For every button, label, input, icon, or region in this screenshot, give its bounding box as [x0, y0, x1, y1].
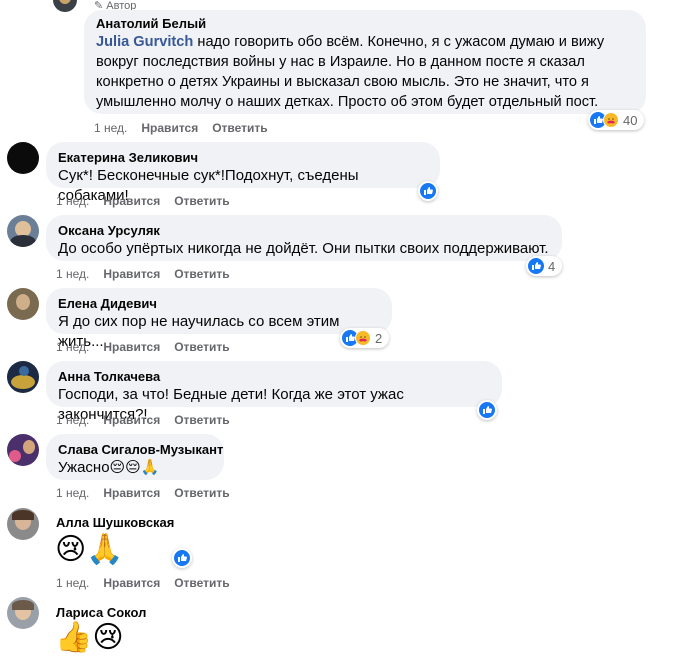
comment-author[interactable]: Оксана Урсуляк: [58, 223, 550, 239]
comment-author[interactable]: Елена Дидевич: [58, 296, 380, 312]
mention-link[interactable]: Julia Gurvitch: [96, 34, 193, 50]
comment-bubble: Оксана Урсуляк До особо упёртых никогда …: [46, 215, 562, 261]
comment-bubble: Слава Сигалов-Музыкант Ужасно😔😔🙏: [46, 434, 224, 480]
comment-author[interactable]: Анатолий Белый: [96, 16, 634, 32]
comment-text: До особо упёртых никогда не дойдёт. Они …: [58, 240, 549, 257]
comment-text: Julia Gurvitch надо говорить обо всём. К…: [96, 34, 605, 110]
reaction-summary[interactable]: [418, 181, 438, 201]
comment-actions: 1 нед. Нравится Ответить: [56, 339, 244, 355]
like-button[interactable]: Нравится: [103, 486, 160, 500]
comment-bubble: Анатолий Белый Julia Gurvitch надо говор…: [84, 10, 646, 114]
comment-time[interactable]: 1 нед.: [56, 340, 89, 354]
reply-button[interactable]: Ответить: [174, 486, 229, 500]
comment-actions: 1 нед. Нравится Ответить: [94, 120, 282, 136]
reply-button[interactable]: Ответить: [174, 340, 229, 354]
reaction-summary[interactable]: 40: [588, 110, 645, 130]
like-button[interactable]: Нравится: [103, 267, 160, 281]
comment-text: 😢🙏: [55, 533, 124, 566]
comment-bubble: Елена Дидевич Я до сих пор не научилась …: [46, 288, 392, 350]
comment-actions: 1 нед. Нравится Ответить: [56, 575, 244, 591]
like-button[interactable]: Нравится: [103, 340, 160, 354]
reaction-summary[interactable]: 2: [340, 328, 390, 348]
reply-button[interactable]: Ответить: [212, 121, 267, 135]
comment-author[interactable]: Анна Толкачева: [58, 369, 490, 385]
comment-bubble: Екатерина Зеликович Сук*! Бесконечные су…: [46, 142, 440, 204]
care-icon: [603, 112, 619, 128]
avatar[interactable]: [7, 142, 39, 174]
like-icon: [420, 183, 436, 199]
comment-time[interactable]: 1 нед.: [56, 267, 89, 281]
comment-author[interactable]: Лариса Сокол: [56, 605, 146, 621]
avatar[interactable]: [7, 434, 39, 466]
reaction-count: 4: [548, 258, 556, 274]
comment-actions: 1 нед. Нравится Ответить: [56, 193, 244, 209]
comment-author[interactable]: Слава Сигалов-Музыкант: [58, 442, 223, 458]
reaction-summary[interactable]: [172, 548, 192, 568]
avatar[interactable]: [53, 0, 77, 12]
like-button[interactable]: Нравится: [103, 576, 160, 590]
comment-time[interactable]: 1 нед.: [56, 576, 89, 590]
comment-text: Ужасно😔😔🙏: [58, 459, 160, 476]
avatar[interactable]: [7, 508, 39, 540]
avatar[interactable]: [7, 597, 39, 629]
reply-button[interactable]: Ответить: [174, 194, 229, 208]
like-icon: [174, 550, 190, 566]
like-icon: [528, 258, 544, 274]
comment-bubble: Анна Толкачева Господи, за что! Бедные д…: [46, 361, 502, 423]
reaction-summary[interactable]: [477, 400, 497, 420]
reaction-count: 40: [623, 112, 638, 128]
reply-button[interactable]: Ответить: [174, 576, 229, 590]
like-icon: [479, 402, 495, 418]
like-button[interactable]: Нравится: [141, 121, 198, 135]
reaction-summary[interactable]: 4: [526, 256, 563, 276]
comment-time[interactable]: 1 нед.: [56, 194, 89, 208]
reply-button[interactable]: Ответить: [174, 267, 229, 281]
care-icon: [355, 330, 371, 346]
comment-author[interactable]: Алла Шушковская: [56, 515, 174, 531]
comment-time[interactable]: 1 нед.: [56, 413, 89, 427]
avatar[interactable]: [7, 361, 39, 393]
comment-author[interactable]: Екатерина Зеликович: [58, 150, 428, 166]
like-button[interactable]: Нравится: [103, 413, 160, 427]
avatar[interactable]: [7, 288, 39, 320]
comment-actions: 1 нед. Нравится Ответить: [56, 412, 244, 428]
reaction-count: 2: [375, 330, 383, 346]
comment-time[interactable]: 1 нед.: [94, 121, 127, 135]
like-button[interactable]: Нравится: [103, 194, 160, 208]
comment-text: 👍😢: [55, 621, 124, 654]
comment-time[interactable]: 1 нед.: [56, 486, 89, 500]
avatar[interactable]: [7, 215, 39, 247]
comment-actions: 1 нед. Нравится Ответить: [56, 485, 244, 501]
reply-button[interactable]: Ответить: [174, 413, 229, 427]
comment-actions: 1 нед. Нравится Ответить: [56, 266, 244, 282]
